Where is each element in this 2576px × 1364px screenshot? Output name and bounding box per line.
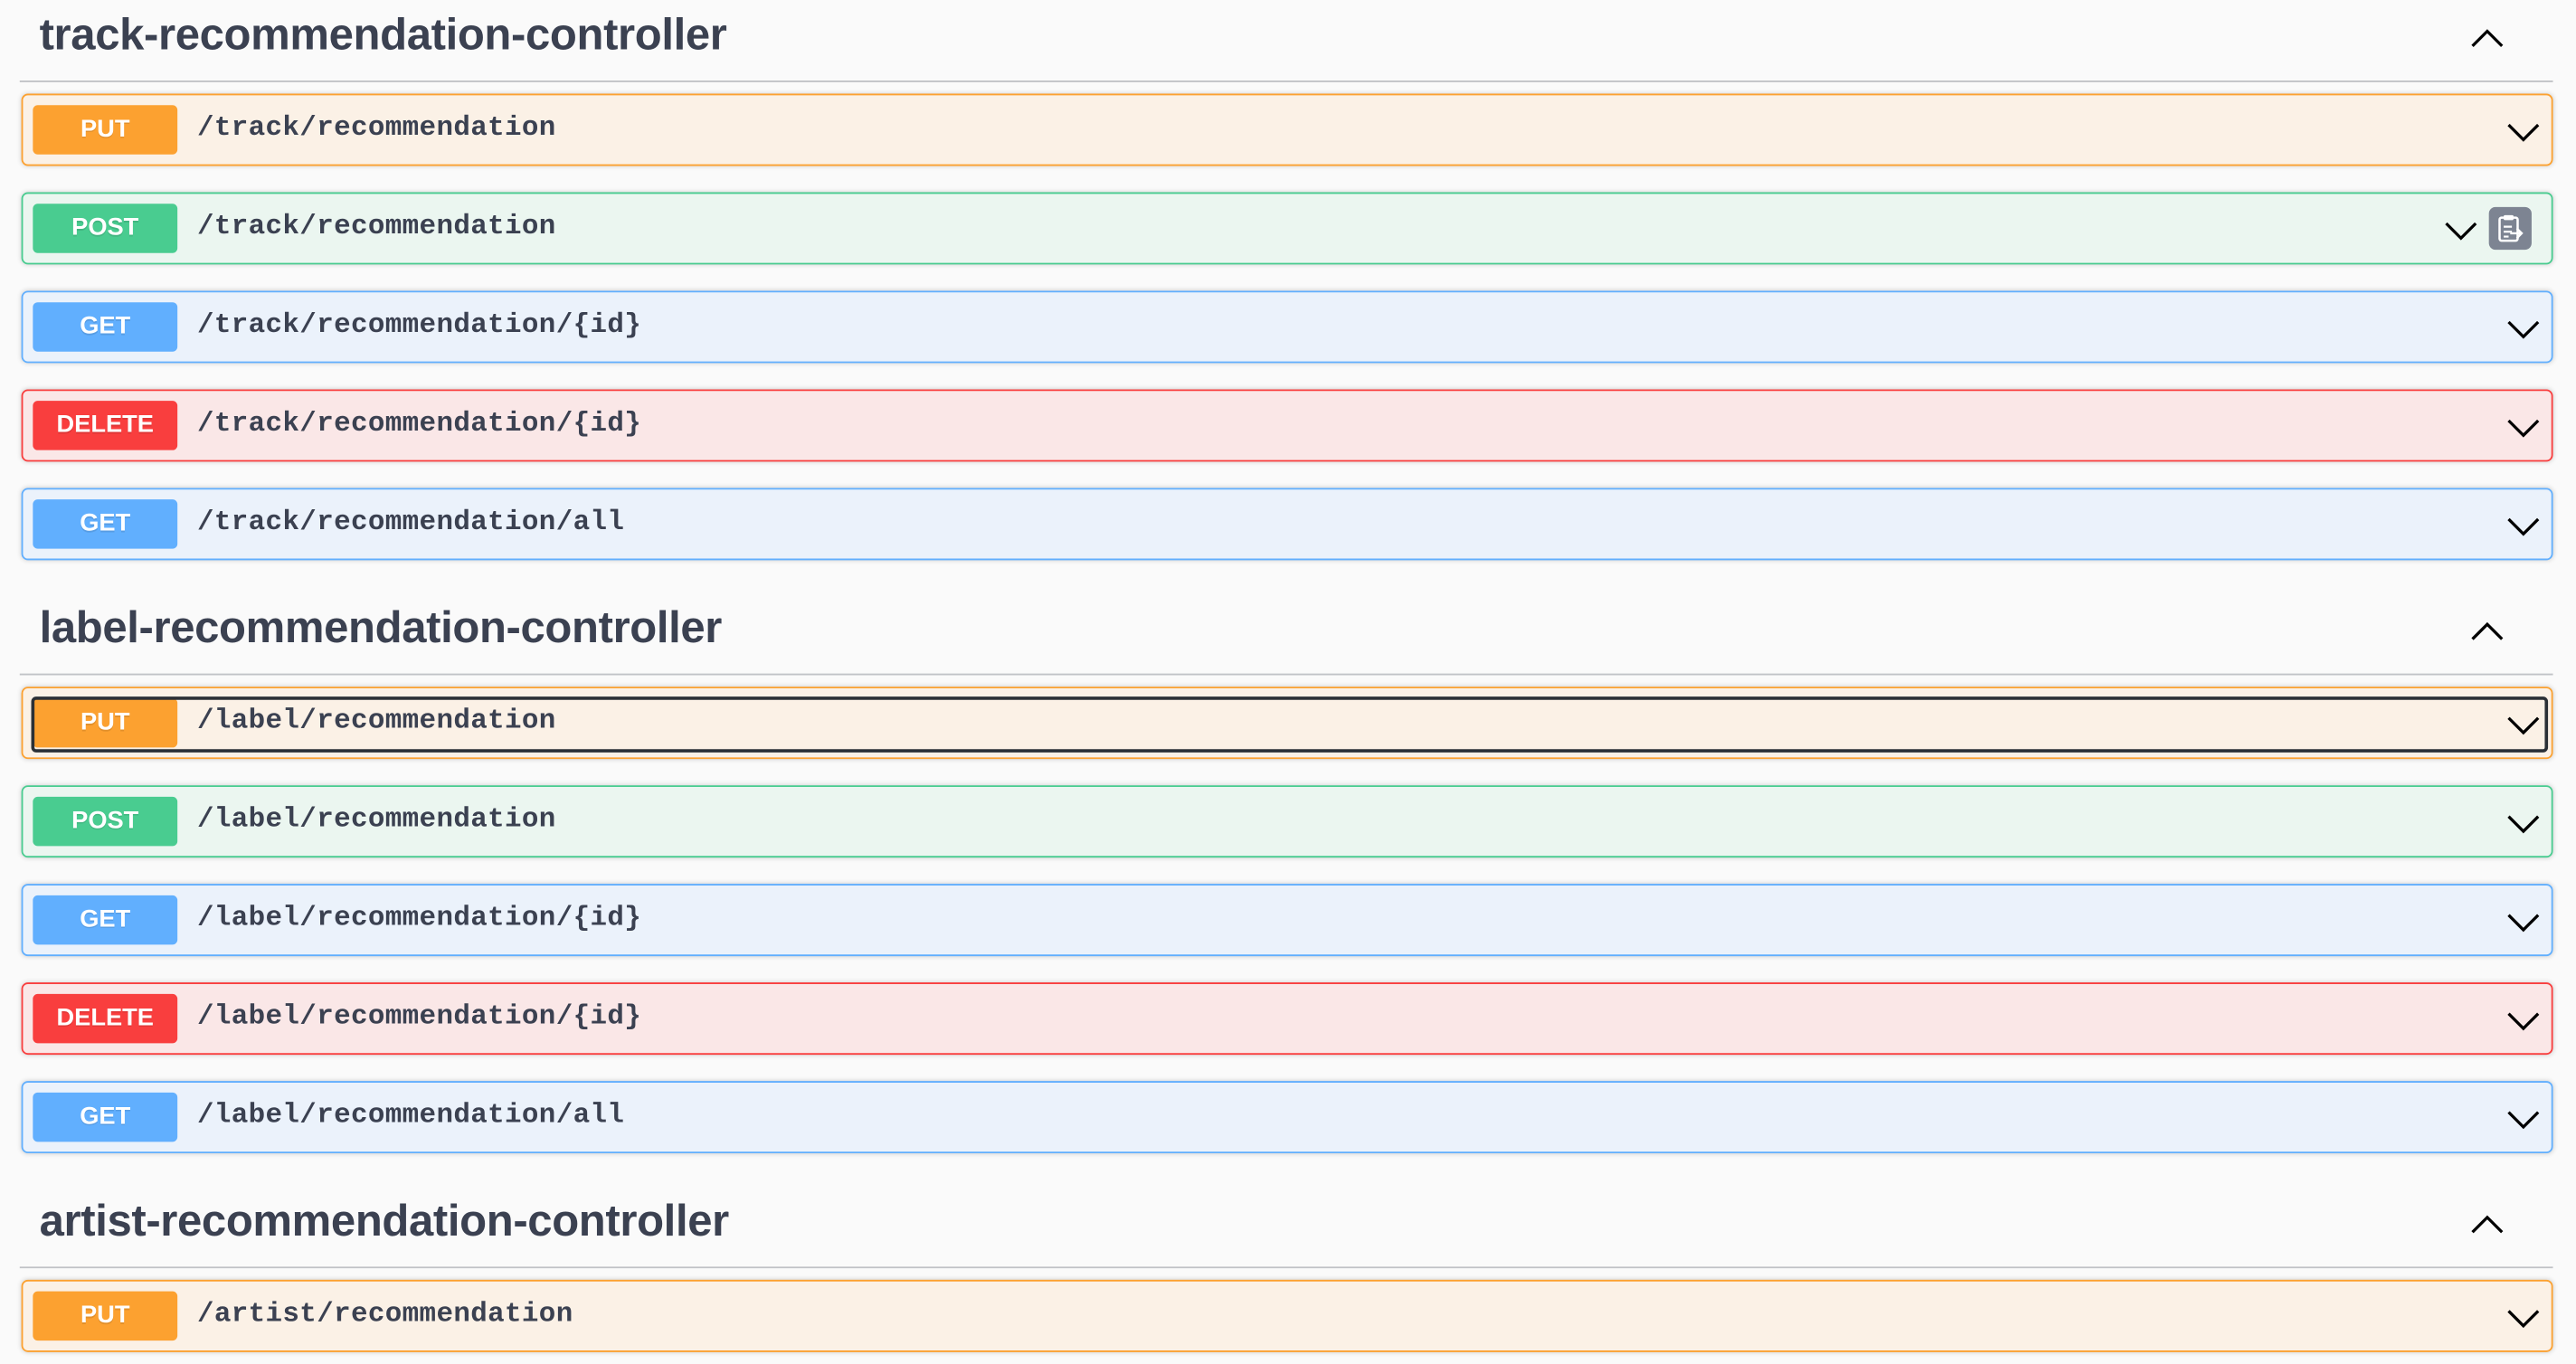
chevron-down-icon[interactable]: [2505, 706, 2542, 743]
chevron-down-icon[interactable]: [2505, 409, 2542, 445]
endpoint-path: /artist/recommendation: [196, 1299, 573, 1331]
endpoint-path: /label/recommendation: [196, 706, 556, 738]
tag-title: label-recommendation-controller: [39, 602, 723, 653]
tag-header-track[interactable]: track-recommendation-controller: [19, 0, 2553, 82]
operation-put-label-recommendation[interactable]: PUT /label/recommendation: [21, 687, 2553, 760]
method-badge: GET: [33, 499, 178, 549]
method-badge: POST: [33, 796, 178, 847]
operation-get-label-recommendation-id[interactable]: GET /label/recommendation/{id}: [21, 884, 2553, 957]
tag-header-label[interactable]: label-recommendation-controller: [19, 593, 2553, 676]
tag-section-artist: artist-recommendation-controller PUT /ar…: [0, 1186, 2576, 1352]
operation-put-artist-recommendation[interactable]: PUT /artist/recommendation: [21, 1279, 2553, 1352]
tag-title: track-recommendation-controller: [39, 9, 727, 60]
method-badge: DELETE: [33, 993, 178, 1044]
tag-header-artist[interactable]: artist-recommendation-controller: [19, 1186, 2553, 1269]
chevron-up-icon[interactable]: [2467, 1206, 2507, 1246]
tag-section-track: track-recommendation-controller PUT /tra…: [0, 0, 2576, 561]
chevron-down-icon[interactable]: [2505, 805, 2542, 841]
operation-post-track-recommendation[interactable]: POST /track/recommendation: [21, 192, 2553, 265]
clipboard-copy-icon: [2498, 214, 2524, 242]
endpoint-path: /track/recommendation: [196, 113, 556, 145]
method-badge: GET: [33, 302, 178, 352]
chevron-down-icon[interactable]: [2505, 1101, 2542, 1137]
operation-post-label-recommendation[interactable]: POST /label/recommendation: [21, 785, 2553, 858]
endpoint-path: /track/recommendation: [196, 212, 556, 243]
chevron-down-icon[interactable]: [2505, 1300, 2542, 1336]
chevron-down-icon[interactable]: [2443, 212, 2479, 248]
endpoint-path: /track/recommendation/{id}: [196, 310, 642, 342]
copy-to-clipboard-button[interactable]: [2488, 206, 2532, 251]
operation-put-track-recommendation[interactable]: PUT /track/recommendation: [21, 93, 2553, 166]
endpoint-path: /label/recommendation/{id}: [196, 1001, 642, 1034]
endpoint-path: /label/recommendation/{id}: [196, 903, 642, 935]
operation-get-track-recommendation-id[interactable]: GET /track/recommendation/{id}: [21, 290, 2553, 364]
operation-delete-label-recommendation-id[interactable]: DELETE /label/recommendation/{id}: [21, 982, 2553, 1056]
tag-title: artist-recommendation-controller: [39, 1196, 730, 1246]
method-badge: PUT: [33, 1291, 178, 1341]
operation-get-track-recommendation-all[interactable]: GET /track/recommendation/all: [21, 488, 2553, 561]
chevron-down-icon[interactable]: [2505, 507, 2542, 544]
method-badge: PUT: [33, 105, 178, 155]
chevron-down-icon[interactable]: [2505, 113, 2542, 149]
operation-delete-track-recommendation-id[interactable]: DELETE /track/recommendation/{id}: [21, 389, 2553, 462]
method-badge: GET: [33, 895, 178, 945]
chevron-up-icon[interactable]: [2467, 20, 2507, 60]
operation-get-label-recommendation-all[interactable]: GET /label/recommendation/all: [21, 1081, 2553, 1154]
chevron-up-icon[interactable]: [2467, 612, 2507, 652]
endpoint-path: /track/recommendation/{id}: [196, 409, 642, 440]
endpoint-path: /label/recommendation: [196, 804, 556, 837]
chevron-down-icon[interactable]: [2505, 310, 2542, 346]
chevron-down-icon[interactable]: [2505, 904, 2542, 940]
endpoint-path: /label/recommendation/all: [196, 1100, 625, 1132]
tag-section-label: label-recommendation-controller PUT /lab…: [0, 593, 2576, 1154]
method-badge: DELETE: [33, 401, 178, 450]
method-badge: POST: [33, 204, 178, 253]
method-badge: PUT: [33, 697, 178, 748]
endpoint-path: /track/recommendation/all: [196, 507, 625, 539]
method-badge: GET: [33, 1092, 178, 1142]
chevron-down-icon[interactable]: [2505, 1002, 2542, 1038]
